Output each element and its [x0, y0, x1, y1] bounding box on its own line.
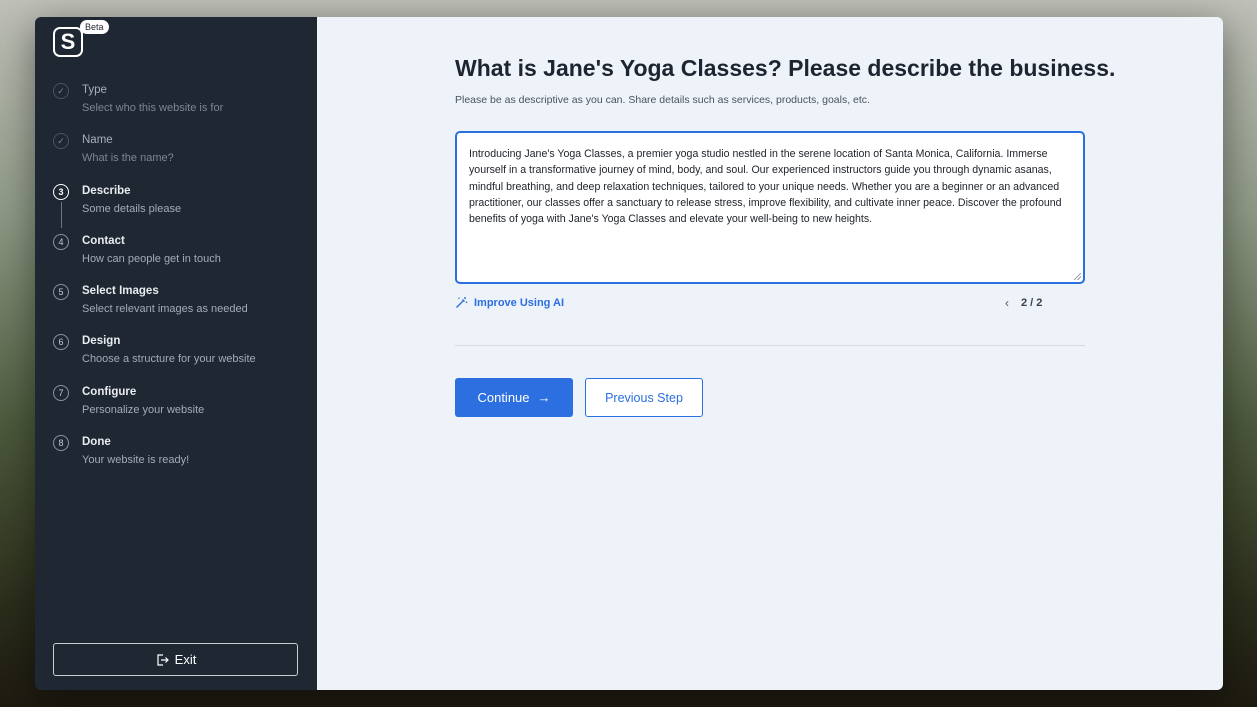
resize-handle[interactable]: [1074, 273, 1081, 280]
main-content: What is Jane's Yoga Classes? Please desc…: [317, 17, 1223, 690]
step-title: Configure: [82, 385, 137, 398]
previous-label: Previous Step: [605, 390, 683, 405]
step-title: Type: [82, 84, 107, 96]
page-subtitle: Please be as descriptive as you can. Sha…: [455, 94, 870, 106]
step-subtitle: Some details please: [82, 202, 182, 215]
step-subtitle: Select relevant images as needed: [82, 303, 248, 316]
step-number: 4: [53, 233, 69, 250]
divider: [455, 345, 1085, 346]
beta-badge: Beta: [80, 20, 109, 34]
description-text: Introducing Jane's Yoga Classes, a premi…: [469, 148, 1062, 226]
arrow-right-icon: →: [537, 390, 551, 405]
step-connector: [61, 201, 62, 228]
description-textarea[interactable]: Introducing Jane's Yoga Classes, a premi…: [455, 131, 1085, 284]
step-subtitle: Personalize your website: [82, 403, 205, 416]
step-subtitle: Select who this website is for: [82, 102, 224, 114]
step-number: 7: [53, 384, 69, 401]
check-icon: ✓: [53, 83, 69, 99]
step-title: Contact: [82, 234, 125, 247]
pager-count: 2 / 2: [1021, 297, 1043, 309]
step-subtitle: How can people get in touch: [82, 252, 221, 265]
continue-button[interactable]: Continue →: [455, 378, 573, 417]
step-subtitle: Choose a structure for your website: [82, 353, 256, 366]
continue-label: Continue: [477, 390, 530, 405]
step-title: Design: [82, 335, 121, 348]
step-subtitle: What is the name?: [82, 152, 174, 165]
magic-wand-icon: [456, 297, 468, 308]
step-number: 3: [53, 183, 69, 200]
step-title: Describe: [82, 184, 131, 197]
step-title: Select Images: [82, 285, 159, 298]
exit-button[interactable]: Exit: [53, 643, 298, 676]
chevron-left-icon[interactable]: ‹: [1005, 296, 1009, 310]
exit-icon: [157, 653, 169, 666]
app-window: S Beta ✓ Type Select who this website is…: [35, 17, 1223, 690]
step-subtitle: Your website is ready!: [82, 454, 190, 467]
page-title: What is Jane's Yoga Classes? Please desc…: [455, 55, 1116, 81]
step-number: 6: [53, 334, 69, 351]
step-title: Done: [82, 436, 111, 449]
step-title: Name: [82, 134, 113, 147]
check-icon: ✓: [53, 133, 69, 150]
logo: S: [53, 27, 83, 57]
exit-label: Exit: [174, 652, 197, 667]
sidebar: S Beta ✓ Type Select who this website is…: [35, 17, 317, 690]
step-number: 8: [53, 435, 69, 452]
improve-label: Improve Using AI: [474, 296, 565, 309]
step-number: 5: [53, 284, 69, 301]
previous-step-button[interactable]: Previous Step: [585, 378, 703, 417]
improve-using-ai-button[interactable]: Improve Using AI: [455, 296, 564, 309]
pager: ‹ 2 / 2: [1005, 296, 1042, 310]
